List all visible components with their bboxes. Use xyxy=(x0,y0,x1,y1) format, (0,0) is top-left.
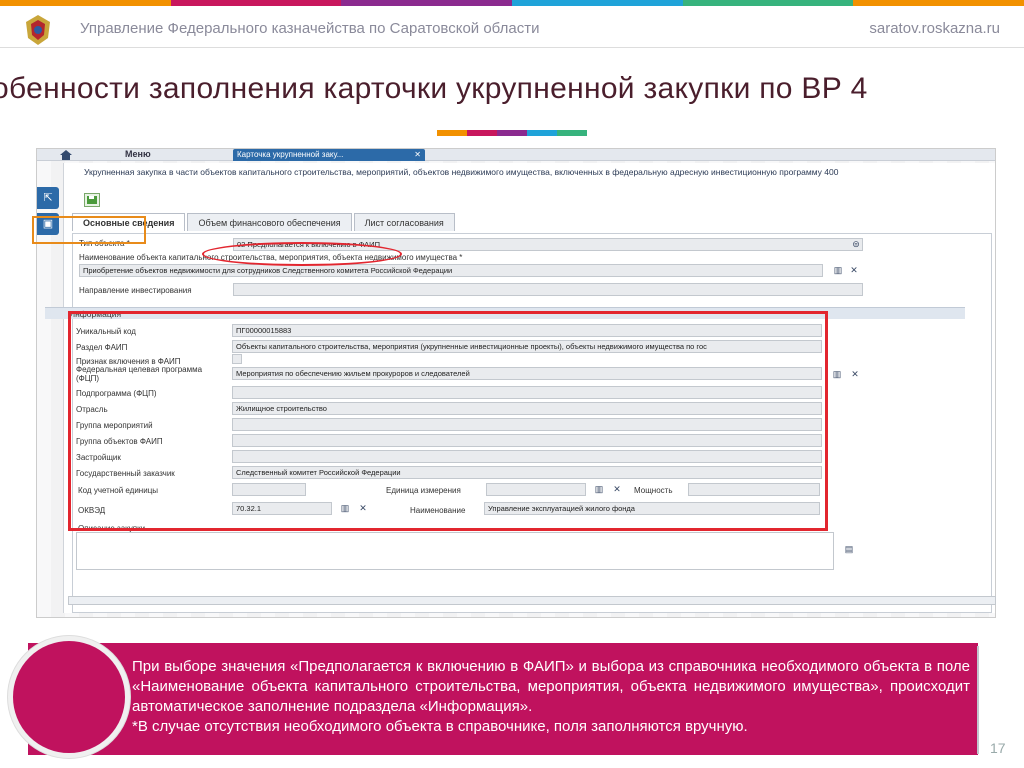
edit-list-icon[interactable]: ▤ xyxy=(842,544,856,554)
organization-name: Управление Федерального казначейства по … xyxy=(80,20,540,37)
home-icon[interactable] xyxy=(59,150,73,160)
page-number: 17 xyxy=(990,740,1006,756)
save-icon xyxy=(87,196,97,204)
tab-approval-sheet[interactable]: Лист согласования xyxy=(353,213,455,231)
document-tab-label: Карточка укрупненной заку... xyxy=(237,150,344,159)
treasury-emblem-icon xyxy=(26,15,50,45)
slide-title: обенности заполнения карточки укрупненно… xyxy=(0,72,868,105)
direction-label: Направление инвестирования xyxy=(79,285,192,295)
explanation-footnote: *В случае отсутствия необходимого объект… xyxy=(132,718,748,735)
menu-button[interactable]: Меню xyxy=(125,149,151,159)
horizontal-scrollbar[interactable] xyxy=(68,596,996,605)
name-field[interactable]: Приобретение объектов недвижимости для с… xyxy=(79,264,823,277)
document-tab[interactable]: Карточка укрупненной заку... ✕ xyxy=(233,149,425,161)
explanation-text: При выборе значения «Предполагается к вк… xyxy=(132,657,970,737)
decor-circle xyxy=(8,636,130,758)
explanation-main: При выборе значения «Предполагается к вк… xyxy=(132,658,970,715)
direction-row: Направление инвестирования xyxy=(79,284,192,296)
clear-icon[interactable]: ✕ xyxy=(849,265,859,275)
highlight-type-value xyxy=(202,242,402,266)
reference-book-icon[interactable]: ▥ xyxy=(833,265,843,275)
close-icon[interactable]: ✕ xyxy=(414,149,421,161)
save-button[interactable] xyxy=(84,193,100,207)
clear-icon[interactable]: ✕ xyxy=(850,369,860,379)
title-decor-bar xyxy=(437,130,587,136)
dropdown-icon[interactable]: ⊜ xyxy=(851,239,861,249)
slide-header: Управление Федерального казначейства по … xyxy=(0,6,1024,48)
export-icon[interactable]: ⇱ xyxy=(37,187,59,209)
direction-field[interactable] xyxy=(233,283,863,296)
tab-financing[interactable]: Объем финансового обеспечения xyxy=(187,213,352,231)
site-url[interactable]: saratov.roskazna.ru xyxy=(869,20,1000,37)
description-textarea[interactable] xyxy=(76,532,834,570)
reference-book-icon[interactable]: ▥ xyxy=(832,369,842,379)
card-title: Укрупненная закупка в части объектов кап… xyxy=(84,167,839,177)
highlight-info-section xyxy=(68,311,828,531)
app-navbar: Меню Карточка укрупненной заку... ✕ xyxy=(37,149,995,161)
highlight-basic-info-tab xyxy=(32,216,146,244)
divider xyxy=(977,646,979,754)
